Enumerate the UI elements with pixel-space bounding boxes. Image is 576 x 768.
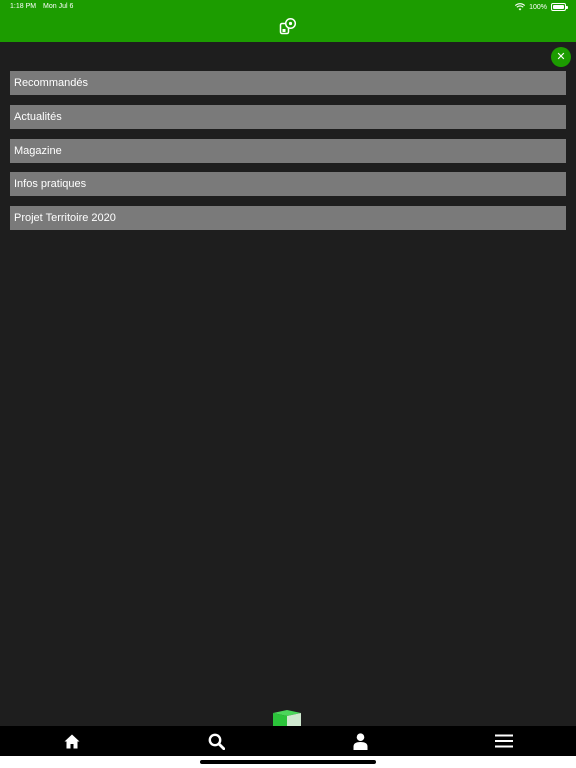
- menu-item-recommandes[interactable]: Recommandés: [10, 71, 566, 95]
- menu-item-infos-pratiques[interactable]: Infos pratiques: [10, 172, 566, 197]
- menu-item-label: Actualités: [14, 110, 62, 123]
- tab-menu[interactable]: [474, 726, 534, 756]
- battery-percent: 100%: [529, 3, 547, 11]
- home-indicator: [200, 760, 376, 764]
- close-icon: ✕: [556, 50, 566, 63]
- profile-icon: [353, 732, 367, 750]
- tab-profile[interactable]: [330, 726, 390, 756]
- app-logo-icon: [279, 17, 297, 35]
- cube-logo-icon: [273, 710, 301, 726]
- menu-item-label: Magazine: [14, 144, 62, 157]
- close-button[interactable]: ✕: [551, 47, 571, 67]
- menu-list: Recommandés Actualités Magazine Infos pr…: [10, 71, 566, 240]
- status-date: Mon Jul 6: [43, 3, 74, 10]
- tab-home[interactable]: [42, 726, 102, 756]
- battery-icon: [551, 3, 568, 11]
- menu-item-label: Recommandés: [14, 77, 88, 89]
- status-time: 1:18 PM: [10, 3, 37, 10]
- app-header: 1:18 PM Mon Jul 6 100%: [0, 0, 576, 42]
- wifi-icon: [515, 3, 526, 11]
- status-left: 1:18 PM Mon Jul 6: [10, 3, 73, 10]
- menu-item-label: Infos pratiques: [14, 178, 87, 191]
- search-icon: [208, 733, 225, 750]
- tab-search[interactable]: [186, 726, 246, 756]
- tab-bar: [0, 726, 576, 756]
- menu-icon: [495, 734, 513, 748]
- menu-item-actualites[interactable]: Actualités: [10, 104, 566, 129]
- status-right: 100%: [515, 3, 568, 11]
- menu-item-projet-territoire[interactable]: Projet Territoire 2020: [10, 206, 566, 230]
- home-icon: [64, 734, 80, 748]
- menu-item-label: Projet Territoire 2020: [14, 212, 116, 224]
- menu-item-magazine[interactable]: Magazine: [10, 138, 566, 163]
- status-bar: 1:18 PM Mon Jul 6 100%: [0, 0, 576, 14]
